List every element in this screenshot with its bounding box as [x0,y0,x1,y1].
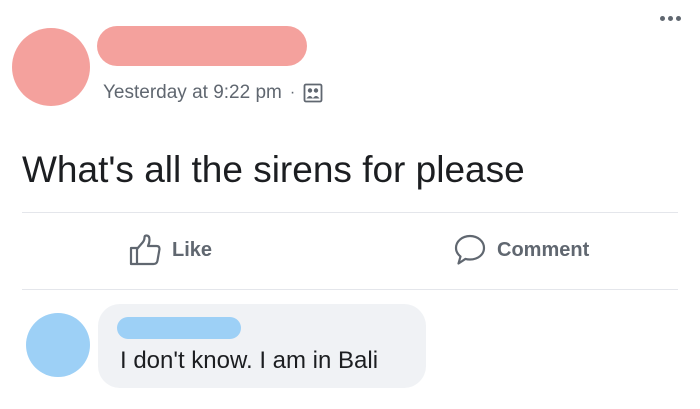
comment-item: I don't know. I am in Bali [0,289,700,409]
facebook-post: Yesterday at 9:22 pm · What's all the si… [0,0,700,409]
divider [22,212,678,213]
poster-avatar-redacted[interactable] [12,28,90,106]
comment-bubble: I don't know. I am in Bali [98,304,426,388]
commenter-avatar-redacted[interactable] [26,313,90,377]
ellipsis-icon [659,15,665,21]
commenter-name-redacted[interactable] [117,317,241,339]
ellipsis-dot [675,15,681,21]
comment-button[interactable]: Comment [453,229,589,271]
comment-label: Comment [497,238,590,261]
ellipsis-dot [667,15,673,21]
post-text: What's all the sirens for please [22,149,525,190]
comment-text: I don't know. I am in Bali [120,347,379,374]
post-timestamp[interactable]: Yesterday at 9:22 pm [103,82,282,104]
speech-bubble-icon [454,234,486,265]
post-meta: Yesterday at 9:22 pm · [103,82,323,104]
meta-separator: · [289,84,296,101]
thumbs-up-icon [129,234,161,266]
like-button[interactable]: Like [128,229,212,271]
friends-icon[interactable] [303,83,323,103]
more-options-button[interactable] [654,8,686,28]
poster-name-redacted[interactable] [97,26,307,66]
like-label: Like [172,238,213,261]
